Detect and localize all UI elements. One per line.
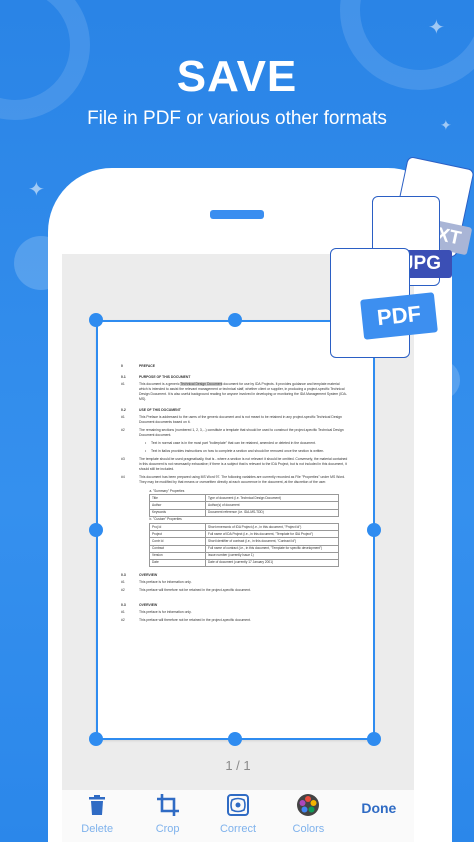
done-button[interactable]: Done [344,790,414,842]
delete-label: Delete [81,823,114,835]
hero-title: SAVE [176,52,298,101]
colors-label: Colors [292,823,325,835]
crop-handle-mid-left[interactable] [89,523,103,537]
pdf-format-tag: PDF [360,292,438,340]
crop-label: Crop [155,823,180,835]
correct-button[interactable]: Correct [203,790,273,842]
crop-button[interactable]: Crop [132,790,202,842]
page-indicator: 1 / 1 [225,758,251,773]
color-palette-icon [297,794,320,816]
crop-handle-bottom-mid[interactable] [228,732,242,746]
colors-button[interactable]: Colors [273,790,343,842]
crop-handle-mid-right[interactable] [367,523,381,537]
sparkle-icon: ✦ [428,17,445,39]
correct-label: Correct [219,823,257,835]
crop-handle-top-mid[interactable] [228,313,242,327]
sparkle-icon: ✦ [28,179,45,201]
delete-button[interactable]: Delete [62,790,132,842]
phone-speaker [210,210,264,219]
bottom-toolbar: Delete Crop Correct Colors Done [62,790,414,842]
crop-handle-bottom-left[interactable] [89,732,103,746]
hero-subtitle: File in PDF or various other formats [87,108,387,129]
crop-handle-bottom-right[interactable] [367,732,381,746]
perspective-correct-icon [227,794,250,816]
trash-icon [89,795,106,815]
crop-icon [156,794,179,816]
crop-frame[interactable] [96,320,375,740]
crop-handle-top-left[interactable] [89,313,103,327]
